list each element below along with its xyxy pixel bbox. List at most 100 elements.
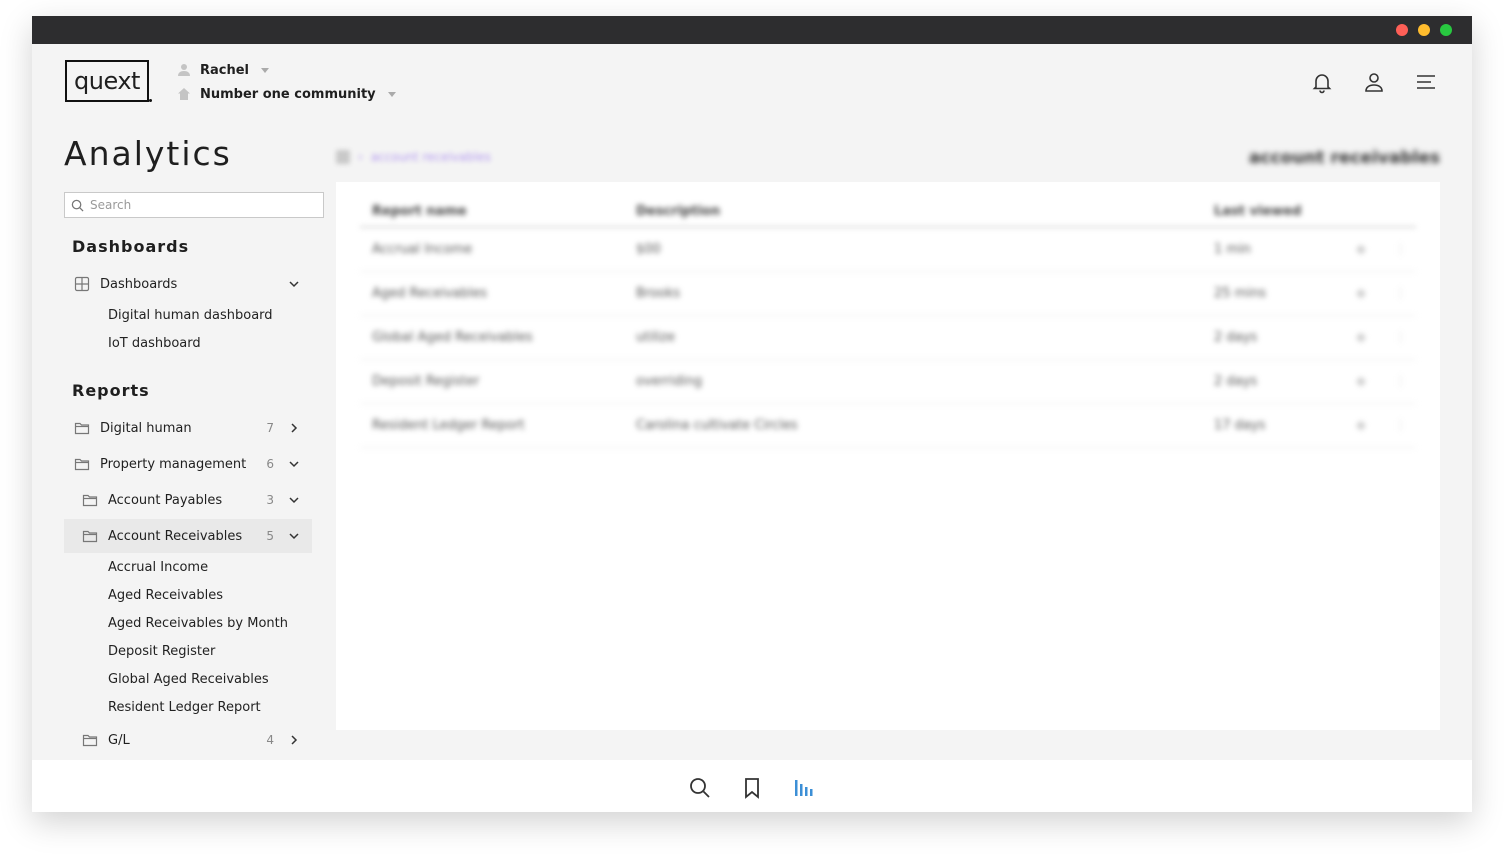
sidebar-group-label: Account Payables — [108, 492, 223, 508]
bookmark-icon[interactable]: ◆ — [1356, 330, 1366, 345]
cell-description: overriding — [636, 374, 703, 389]
reports-heading: Reports — [72, 381, 150, 400]
chevron-down-icon — [288, 278, 300, 290]
page-title: Analytics — [64, 134, 232, 173]
cell-description: utilize — [636, 330, 675, 345]
sidebar-group-gl[interactable]: G/L 4 — [64, 723, 312, 757]
user-name: Rachel — [200, 62, 250, 78]
bookmark-icon[interactable]: ◆ — [1356, 242, 1366, 257]
bookmark-icon[interactable]: ◆ — [1356, 374, 1366, 389]
bookmark-icon[interactable] — [740, 776, 764, 800]
cell-description: $00 — [636, 242, 661, 257]
analytics-icon[interactable] — [792, 776, 816, 800]
bell-icon[interactable] — [1310, 70, 1334, 94]
folder-icon — [82, 528, 98, 544]
cell-last-viewed: 17 days — [1214, 418, 1266, 433]
count-badge: 3 — [266, 493, 274, 507]
search-icon[interactable] — [688, 776, 712, 800]
user-selector[interactable]: Rachel — [176, 62, 270, 78]
count-badge: 7 — [266, 421, 274, 435]
chevron-right-icon — [288, 734, 300, 746]
grid-icon — [74, 276, 90, 292]
cell-report-name: Global Aged Receivables — [372, 330, 533, 345]
more-icon[interactable]: ⋮ — [1394, 374, 1407, 389]
sidebar-item-aged-receivables[interactable]: Aged Receivables — [108, 588, 223, 603]
cell-report-name: Accrual Income — [372, 242, 473, 257]
cell-description: Brooks — [636, 286, 681, 301]
sidebar-group-property-management[interactable]: Property management 6 — [64, 447, 312, 481]
sidebar-group-dashboards[interactable]: Dashboards — [64, 267, 312, 301]
breadcrumb-separator-icon: › — [358, 150, 363, 164]
sidebar-item-resident-ledger-report[interactable]: Resident Ledger Report — [108, 700, 261, 715]
sidebar-group-account-receivables[interactable]: Account Receivables 5 — [64, 519, 312, 553]
search-input[interactable] — [90, 198, 310, 212]
folder-icon — [74, 456, 90, 472]
cell-description: Carolina cultivate Circles — [636, 418, 798, 433]
content-title: account receivables — [1248, 148, 1440, 168]
folder-icon — [82, 492, 98, 508]
quext-logo[interactable]: quext — [65, 60, 152, 102]
user-caret-icon — [261, 67, 270, 73]
folder-icon — [82, 732, 98, 748]
count-badge: 6 — [266, 457, 274, 471]
more-icon[interactable]: ⋮ — [1394, 242, 1407, 257]
column-header-description[interactable]: Description — [636, 204, 720, 219]
sidebar-item-deposit-register[interactable]: Deposit Register — [108, 644, 215, 659]
count-badge: 4 — [266, 733, 274, 747]
count-badge: 5 — [266, 529, 274, 543]
cell-last-viewed: 25 mins — [1214, 286, 1266, 301]
person-icon — [176, 62, 192, 78]
chevron-down-icon — [288, 530, 300, 542]
table-row[interactable]: Resident Ledger Report Carolina cultivat… — [360, 404, 1416, 448]
table-row[interactable]: Accrual Income $00 1 min ◆ ⋮ — [360, 228, 1416, 272]
dashboards-heading: Dashboards — [72, 237, 190, 256]
cell-report-name: Aged Receivables — [372, 286, 488, 301]
folder-icon — [74, 420, 90, 436]
sidebar-group-label: Dashboards — [100, 276, 178, 292]
chevron-down-icon — [288, 494, 300, 506]
maximize-window-button[interactable] — [1440, 24, 1452, 36]
logo-dot — [149, 99, 152, 102]
search-icon — [71, 199, 84, 212]
close-window-button[interactable] — [1396, 24, 1408, 36]
bookmark-icon[interactable]: ◆ — [1356, 418, 1366, 433]
sidebar-item-accrual-income[interactable]: Accrual Income — [108, 560, 208, 575]
sidebar-group-digital-human[interactable]: Digital human 7 — [64, 411, 312, 445]
table-row[interactable]: Global Aged Receivables utilize 2 days ◆… — [360, 316, 1416, 360]
menu-icon[interactable] — [1414, 70, 1438, 94]
cell-report-name: Deposit Register — [372, 374, 480, 389]
more-icon[interactable]: ⋮ — [1394, 286, 1407, 301]
table-row[interactable]: Aged Receivables Brooks 25 mins ◆ ⋮ — [360, 272, 1416, 316]
app-window: quext Rachel Number one community Analyt… — [32, 16, 1472, 812]
reports-panel: Report name Description Last viewed Accr… — [336, 182, 1440, 730]
sidebar-item-digital-human-dashboard[interactable]: Digital human dashboard — [108, 308, 273, 323]
sidebar-group-label: Property management — [100, 456, 247, 472]
table-row[interactable]: Deposit Register overriding 2 days ◆ ⋮ — [360, 360, 1416, 404]
chevron-right-icon — [288, 422, 300, 434]
sidebar-group-label: Digital human — [100, 420, 192, 436]
chevron-down-icon — [288, 458, 300, 470]
breadcrumb-current[interactable]: account receivables — [371, 150, 491, 164]
reports-table: Report name Description Last viewed Accr… — [360, 198, 1416, 448]
column-header-report-name[interactable]: Report name — [372, 204, 467, 219]
minimize-window-button[interactable] — [1418, 24, 1430, 36]
more-icon[interactable]: ⋮ — [1394, 330, 1407, 345]
cell-report-name: Resident Ledger Report — [372, 418, 525, 433]
sidebar-item-iot-dashboard[interactable]: IoT dashboard — [108, 336, 201, 351]
sidebar-group-account-payables[interactable]: Account Payables 3 — [64, 483, 312, 517]
user-icon[interactable] — [1362, 70, 1386, 94]
column-header-last-viewed[interactable]: Last viewed — [1214, 204, 1301, 219]
cell-last-viewed: 2 days — [1214, 374, 1258, 389]
table-header-row: Report name Description Last viewed — [360, 198, 1416, 228]
home-icon[interactable] — [336, 150, 350, 164]
breadcrumb: › account receivables — [336, 150, 491, 164]
community-selector[interactable]: Number one community — [176, 86, 396, 102]
more-icon[interactable]: ⋮ — [1394, 418, 1407, 433]
logo-text: quext — [74, 67, 140, 95]
window-titlebar — [32, 16, 1472, 44]
sidebar-item-global-aged-receivables[interactable]: Global Aged Receivables — [108, 672, 269, 687]
sidebar-item-aged-receivables-by-month[interactable]: Aged Receivables by Month — [108, 616, 288, 631]
bottom-nav-bar — [32, 760, 1472, 812]
bookmark-icon[interactable]: ◆ — [1356, 286, 1366, 301]
sidebar-group-label: G/L — [108, 732, 130, 748]
